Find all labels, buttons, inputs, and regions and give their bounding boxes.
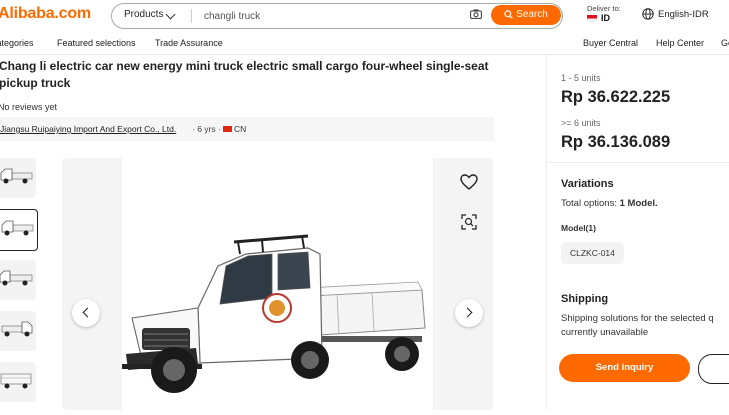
search-icon [504, 10, 513, 19]
supplier-name-link[interactable]: Jiangsu Ruipaiying Import And Export Co.… [0, 124, 176, 134]
main-product-image[interactable] [122, 158, 433, 410]
language-selector[interactable]: English-IDR [642, 8, 709, 20]
supplier-years: · 6 yrs · [192, 124, 221, 134]
shipping-message-line-1: Shipping solutions for the selected q [561, 313, 714, 324]
search-divider [191, 9, 192, 23]
truck-thumbnail-icon [0, 168, 33, 184]
deliver-country: ID [601, 13, 610, 23]
send-inquiry-button[interactable]: Send inquiry [559, 354, 690, 382]
search-bar: Products Search [111, 3, 563, 29]
nav-item-buyer-central[interactable]: Buyer Central [583, 38, 638, 48]
camera-icon[interactable] [470, 9, 482, 19]
indonesia-flag-icon [587, 15, 597, 22]
thumbnail-5[interactable] [0, 362, 36, 402]
deliver-to[interactable]: Deliver to: ID [587, 4, 621, 23]
nav-item-featured-selections[interactable]: Featured selections [57, 38, 136, 48]
chevron-right-icon[interactable] [455, 299, 483, 327]
nav-item-help-center[interactable]: Help Center [656, 38, 704, 48]
price-tier-2: Rp 36.136.089 [561, 133, 671, 151]
supplier-country: CN [234, 124, 247, 134]
truck-thumbnail-icon [0, 270, 33, 286]
supplier-bar: Jiangsu Ruipaiying Import And Export Co.… [0, 117, 494, 141]
thumbnail-4[interactable] [0, 311, 36, 351]
shipping-message-line-2: currently unavailable [561, 327, 649, 338]
model-label: Model(1) [561, 223, 596, 233]
globe-icon [642, 8, 654, 20]
variations-total-label: Total options: [561, 198, 617, 209]
main-nav: Categories Featured selections Trade Ass… [0, 32, 729, 55]
search-category-dropdown[interactable]: Products [124, 9, 163, 20]
alibaba-logo[interactable]: Alibaba.com [0, 5, 91, 23]
search-input[interactable] [204, 8, 454, 24]
china-flag-icon [223, 126, 232, 132]
chevron-left-icon[interactable] [72, 299, 100, 327]
variations-heading: Variations [561, 178, 614, 190]
thumbnail-3[interactable] [0, 260, 36, 300]
chevron-down-icon[interactable] [165, 9, 176, 20]
price-tier-range-2: >= 6 units [561, 118, 601, 128]
heart-icon[interactable] [459, 172, 479, 192]
purchase-panel: 1 - 5 units Rp 36.622.225 >= 6 units Rp … [546, 54, 729, 410]
divider [547, 162, 729, 163]
electric-pickup-truck-image [122, 234, 426, 393]
thumbnail-1[interactable] [0, 158, 36, 198]
model-option-chip[interactable]: CLZKC-014 [561, 242, 624, 264]
truck-thumbnail-icon [0, 373, 32, 389]
product-image-gallery [62, 158, 493, 410]
product-title: Chang li electric car new energy mini tr… [0, 59, 489, 90]
price-tier-1: Rp 36.622.225 [561, 88, 671, 106]
variations-total-value: 1 Model. [619, 198, 658, 209]
price-tier-range-1: 1 - 5 units [561, 73, 601, 83]
site-header: Alibaba.com Products Search Deliver to: … [0, 0, 729, 32]
truck-thumbnail-icon [1, 220, 34, 236]
deliver-to-label: Deliver to: [587, 4, 621, 13]
scan-icon[interactable] [459, 212, 479, 232]
truck-thumbnail-icon [1, 321, 33, 337]
nav-item-get-app[interactable]: Get [721, 38, 729, 48]
search-button-label: Search [516, 9, 548, 20]
thumbnail-2-selected[interactable] [0, 209, 38, 251]
nav-item-trade-assurance[interactable]: Trade Assurance [155, 38, 223, 48]
search-button[interactable]: Search [491, 5, 561, 25]
shipping-heading: Shipping [561, 293, 609, 305]
language-label: English-IDR [658, 9, 709, 20]
secondary-action-button[interactable] [698, 354, 729, 384]
variations-total: Total options: 1 Model. [561, 198, 658, 209]
nav-item-categories[interactable]: Categories [0, 38, 34, 48]
reviews-count: No reviews yet [0, 102, 58, 112]
